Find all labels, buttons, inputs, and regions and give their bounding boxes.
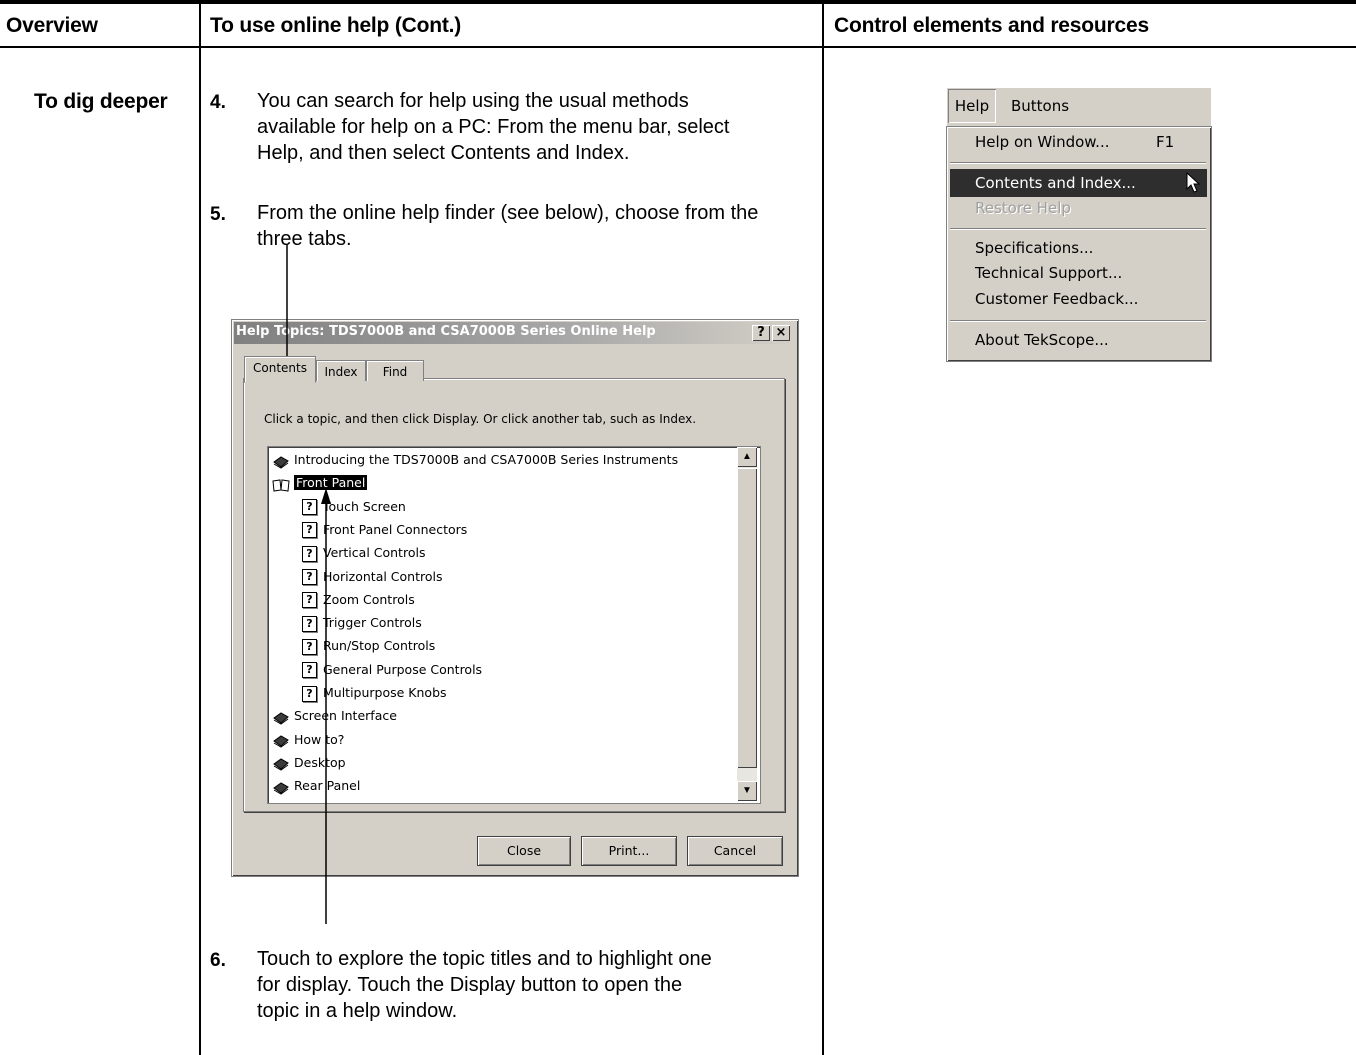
step-6-text: Touch to explore the topic titles and to…	[257, 946, 712, 1024]
menu-separator	[950, 320, 1206, 321]
menu-item-technical-support[interactable]: Technical Support...	[975, 264, 1122, 282]
menu-item-shortcut-f1: F1	[1156, 133, 1175, 151]
menu-item-restore-help: Restore Help	[975, 199, 1071, 217]
menu-separator	[950, 228, 1206, 229]
step-6-line-2: for display. Touch the Display button to…	[257, 974, 683, 996]
mouse-pointer-icon	[1186, 172, 1201, 193]
menu-item-about-tekscope[interactable]: About TekScope...	[975, 331, 1109, 349]
menubar-help[interactable]: Help	[948, 89, 996, 123]
step-6-line-3: topic in a help window.	[257, 1000, 458, 1022]
menu-separator	[950, 162, 1206, 163]
menu-item-customer-feedback[interactable]: Customer Feedback...	[975, 290, 1138, 308]
step-6-line-1: Touch to explore the topic titles and to…	[257, 948, 712, 970]
menu-item-specifications[interactable]: Specifications...	[975, 239, 1093, 257]
step-6-number: 6.	[210, 950, 226, 971]
menu-item-contents-index[interactable]: Contents and Index...	[950, 169, 1207, 197]
tab-contents[interactable]: Contents	[244, 356, 316, 383]
menubar-buttons[interactable]: Buttons	[1000, 89, 1080, 123]
arrow-head-step-6	[321, 488, 331, 504]
menu-item-help-on-window[interactable]: Help on Window...	[975, 133, 1110, 151]
